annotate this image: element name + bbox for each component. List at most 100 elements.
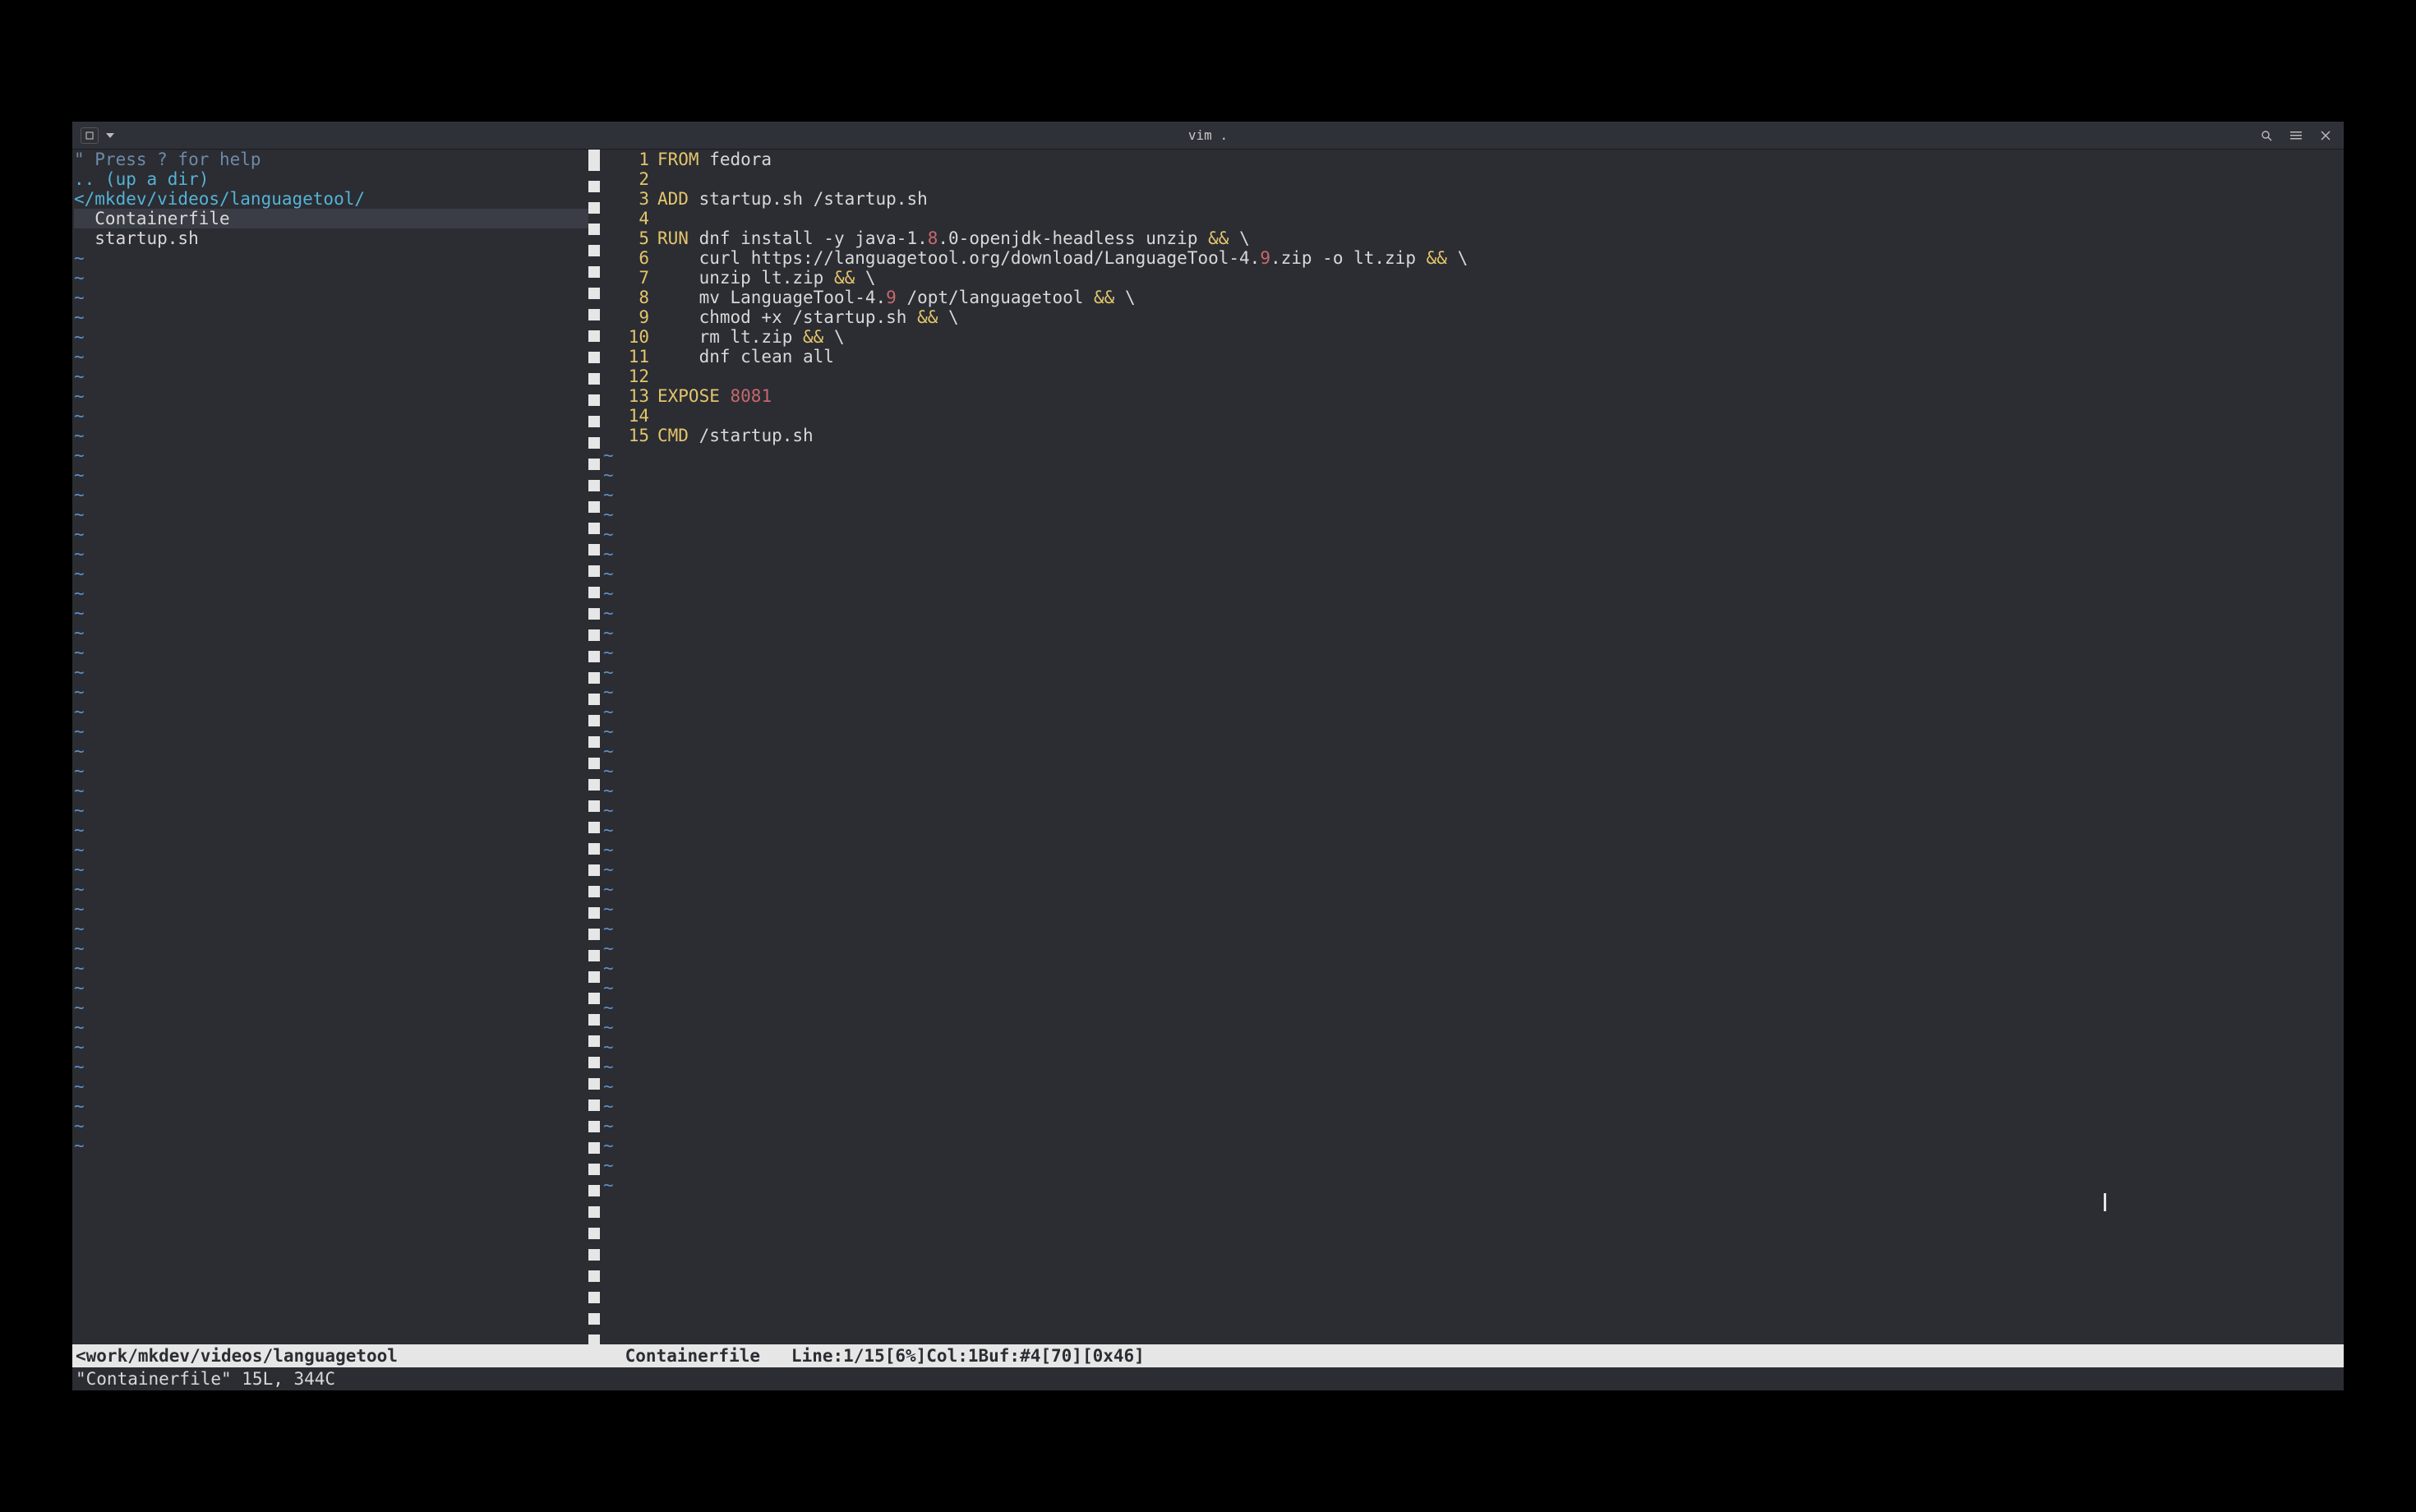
empty-line-tilde: ~ xyxy=(72,879,600,899)
file-item[interactable]: startup.sh xyxy=(72,228,600,248)
empty-line-tilde: ~ xyxy=(600,1057,614,1076)
line-number: 6 xyxy=(600,248,657,268)
code-line[interactable]: 8 mv LanguageTool-4.9 /opt/languagetool … xyxy=(600,288,2344,307)
empty-line-tilde: ~ xyxy=(600,721,614,741)
empty-line-tilde: ~ xyxy=(72,524,600,544)
code-line[interactable]: 3ADD startup.sh /startup.sh xyxy=(600,189,2344,209)
empty-line-tilde: ~ xyxy=(72,1136,600,1155)
empty-line-tilde: ~ xyxy=(72,485,600,505)
empty-line-tilde: ~ xyxy=(600,761,614,781)
empty-line-tilde: ~ xyxy=(72,406,600,426)
line-number: 10 xyxy=(600,327,657,347)
empty-line-tilde: ~ xyxy=(600,682,614,702)
empty-line-tilde: ~ xyxy=(72,721,600,741)
line-number: 7 xyxy=(600,268,657,288)
empty-line-tilde: ~ xyxy=(600,820,614,840)
code-line[interactable]: 1FROM fedora xyxy=(600,150,2344,169)
cwd-path: </mkdev/videos/languagetool/ xyxy=(72,189,600,209)
empty-line-tilde: ~ xyxy=(72,623,600,643)
empty-line-tilde: ~ xyxy=(72,386,600,406)
code-line[interactable]: 11 dnf clean all xyxy=(600,347,2344,366)
code-line[interactable]: 2 xyxy=(600,169,2344,189)
menu-icon[interactable] xyxy=(2289,129,2303,142)
empty-line-tilde: ~ xyxy=(600,643,614,662)
file-explorer-pane[interactable]: " Press ? for help.. (up a dir)</mkdev/v… xyxy=(72,150,600,1344)
file-item[interactable]: Containerfile xyxy=(72,209,600,228)
empty-line-tilde: ~ xyxy=(72,643,600,662)
empty-line-tilde: ~ xyxy=(72,761,600,781)
empty-line-tilde: ~ xyxy=(72,899,600,919)
code-line[interactable]: 5RUN dnf install -y java-1.8.0-openjdk-h… xyxy=(600,228,2344,248)
vim-workspace: " Press ? for help.. (up a dir)</mkdev/v… xyxy=(72,150,2344,1344)
code-line[interactable]: 12 xyxy=(600,366,2344,386)
code-line[interactable]: 6 curl https://languagetool.org/download… xyxy=(600,248,2344,268)
empty-line-tilde: ~ xyxy=(72,307,600,327)
empty-line-tilde: ~ xyxy=(600,564,614,583)
vertical-split-divider[interactable] xyxy=(588,150,600,1344)
empty-line-tilde: ~ xyxy=(600,998,614,1017)
empty-line-tilde: ~ xyxy=(600,505,614,524)
line-number: 11 xyxy=(600,347,657,366)
code-line[interactable]: 14 xyxy=(600,406,2344,426)
line-number: 14 xyxy=(600,406,657,426)
empty-line-tilde: ~ xyxy=(72,938,600,958)
empty-line-tilde: ~ xyxy=(600,1136,614,1155)
empty-line-tilde: ~ xyxy=(72,978,600,998)
code-line[interactable]: 7 unzip lt.zip && \ xyxy=(600,268,2344,288)
empty-line-tilde: ~ xyxy=(600,958,614,978)
line-number: 1 xyxy=(600,150,657,169)
new-tab-button[interactable] xyxy=(81,127,99,144)
empty-line-tilde: ~ xyxy=(72,820,600,840)
empty-line-tilde: ~ xyxy=(600,938,614,958)
up-dir[interactable]: .. (up a dir) xyxy=(72,169,600,189)
empty-line-tilde: ~ xyxy=(600,702,614,721)
code-line[interactable]: 13EXPOSE 8081 xyxy=(600,386,2344,406)
empty-line-tilde: ~ xyxy=(72,366,600,386)
empty-line-tilde: ~ xyxy=(72,682,600,702)
status-area: <work/mkdev/videos/languagetool Containe… xyxy=(72,1344,2344,1390)
empty-line-tilde: ~ xyxy=(72,1096,600,1116)
empty-line-tilde: ~ xyxy=(72,998,600,1017)
empty-line-tilde: ~ xyxy=(72,347,600,366)
text-cursor xyxy=(2104,1193,2106,1211)
line-number: 9 xyxy=(600,307,657,327)
line-number: 12 xyxy=(600,366,657,386)
line-number: 2 xyxy=(600,169,657,189)
line-number: 5 xyxy=(600,228,657,248)
empty-line-tilde: ~ xyxy=(72,958,600,978)
code-line[interactable]: 10 rm lt.zip && \ xyxy=(600,327,2344,347)
terminal-window: vim . " Press ? for help.. (up a dir)</m… xyxy=(72,122,2344,1390)
help-hint: " Press ? for help xyxy=(72,150,600,169)
empty-line-tilde: ~ xyxy=(72,860,600,879)
vertical-split-divider-cap xyxy=(588,150,600,168)
empty-line-tilde: ~ xyxy=(600,445,614,465)
empty-line-tilde: ~ xyxy=(72,1037,600,1057)
code-line[interactable]: 9 chmod +x /startup.sh && \ xyxy=(600,307,2344,327)
line-number: 4 xyxy=(600,209,657,228)
editor-pane[interactable]: 1FROM fedora23ADD startup.sh /startup.sh… xyxy=(600,150,2344,1344)
empty-line-tilde: ~ xyxy=(600,662,614,682)
empty-line-tilde: ~ xyxy=(600,899,614,919)
line-number: 13 xyxy=(600,386,657,406)
empty-line-tilde: ~ xyxy=(72,800,600,820)
empty-line-tilde: ~ xyxy=(72,583,600,603)
empty-line-tilde: ~ xyxy=(600,1155,614,1175)
line-number: 8 xyxy=(600,288,657,307)
empty-line-tilde: ~ xyxy=(600,840,614,860)
search-icon[interactable] xyxy=(2260,129,2273,142)
empty-line-tilde: ~ xyxy=(600,524,614,544)
empty-line-tilde: ~ xyxy=(72,465,600,485)
empty-line-tilde: ~ xyxy=(72,505,600,524)
empty-line-tilde: ~ xyxy=(600,781,614,800)
statusline-left-path: <work/mkdev/videos/languagetool xyxy=(72,1344,611,1367)
dropdown-icon[interactable] xyxy=(104,129,117,142)
close-icon[interactable] xyxy=(2319,129,2332,142)
empty-line-tilde: ~ xyxy=(600,978,614,998)
empty-line-tilde: ~ xyxy=(72,840,600,860)
command-line[interactable]: "Containerfile" 15L, 344C xyxy=(72,1367,2344,1390)
titlebar: vim . xyxy=(72,122,2344,150)
code-line[interactable]: 15CMD /startup.sh xyxy=(600,426,2344,445)
empty-line-tilde: ~ xyxy=(600,1096,614,1116)
empty-line-tilde: ~ xyxy=(600,485,614,505)
code-line[interactable]: 4 xyxy=(600,209,2344,228)
